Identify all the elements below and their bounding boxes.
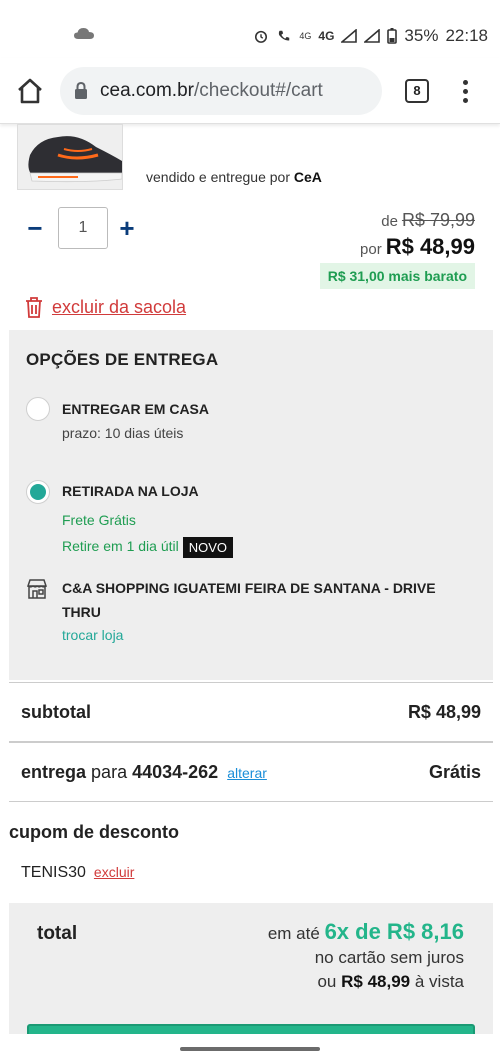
coupon-applied: TENIS30 excluir [21, 864, 134, 882]
battery-level: 35% [404, 26, 439, 45]
call-wifi-icon [279, 30, 290, 41]
more-menu-icon[interactable] [456, 78, 474, 104]
original-price-value: R$ 79,99 [401, 210, 475, 230]
home-delivery-label: ENTREGAR EM CASA [62, 401, 210, 417]
cep-value: 44034-262 [132, 762, 219, 782]
signal-icon-2 [364, 29, 381, 43]
home-icon[interactable] [16, 78, 44, 104]
sneaker-icon [18, 125, 122, 189]
browser-toolbar: cea.com.br/checkout#/cart 8 [0, 58, 500, 124]
system-nav-bar [0, 1034, 500, 1064]
delivery-label: entrega [21, 762, 87, 782]
change-cep-link[interactable]: alterar [227, 765, 267, 781]
delivery-title: OPÇÕES DE ENTREGA [26, 350, 219, 369]
quantity-stepper: − 1 + [24, 207, 138, 249]
address-bar[interactable]: cea.com.br/checkout#/cart [60, 67, 382, 115]
remove-coupon-link[interactable]: excluir [94, 864, 134, 880]
pickup-time-text: Retire em 1 dia útil [62, 538, 179, 555]
pickup-time: Retire em 1 dia útil NOVO [62, 537, 234, 558]
battery-icon [387, 28, 398, 44]
current-price: por R$ 48,99 [360, 234, 475, 260]
delivery-options-panel: OPÇÕES DE ENTREGA ENTREGAR EM CASA prazo… [9, 330, 493, 680]
lock-icon [75, 82, 87, 99]
radio-store-pickup[interactable] [26, 480, 50, 504]
network-label-b: 4G [318, 29, 335, 43]
url-host: cea.com.br [100, 80, 194, 101]
home-gesture-handle[interactable] [180, 1047, 320, 1051]
product-image[interactable] [17, 124, 123, 190]
cash-value: R$ 48,99 [341, 972, 411, 991]
original-price: de R$ 79,99 [381, 210, 475, 231]
coupon-code: TENIS30 [21, 864, 86, 881]
installments-prefix: em até [267, 924, 320, 943]
network-label-a: 4G [299, 30, 312, 41]
store-name: C&A SHOPPING IGUATEMI FEIRA DE SANTANA -… [62, 580, 436, 620]
decrease-quantity-button[interactable]: − [24, 213, 46, 243]
cash-prefix: ou [317, 972, 337, 991]
saving-badge: R$ 31,00 mais barato [319, 263, 475, 289]
free-shipping-text: Frete Grátis [62, 512, 136, 528]
installments-line: em até 6x de R$ 8,16 [268, 919, 464, 945]
change-store-link[interactable]: trocar loja [62, 627, 123, 643]
clock: 22:18 [445, 26, 488, 45]
current-price-prefix: por [360, 241, 382, 258]
delivery-for: para [91, 762, 128, 782]
new-badge: NOVO [182, 537, 234, 558]
tab-switcher-button[interactable]: 8 [405, 79, 429, 103]
status-bar: 4G 4G 35% 22:18 [0, 0, 500, 58]
url-path: /checkout#/cart [193, 80, 323, 101]
delivery-cost: Grátis [428, 762, 481, 782]
alarm-icon [255, 30, 268, 43]
store-icon [26, 579, 48, 599]
subtotal-label: subtotal [21, 702, 91, 722]
no-interest-text: no cartão sem juros [314, 948, 464, 967]
radio-home-delivery[interactable] [26, 397, 50, 421]
delivery-info: entrega para 44034-262 alterar [21, 762, 267, 783]
home-delivery-deadline: prazo: 10 dias úteis [62, 425, 184, 441]
quantity-input[interactable]: 1 [58, 207, 108, 249]
delivery-row: entrega para 44034-262 alterar Grátis [9, 742, 493, 802]
signal-icon [341, 29, 358, 43]
seller-name: CeA [293, 169, 322, 185]
store-pickup-label: RETIRADA NA LOJA [62, 483, 199, 499]
cloud-icon [74, 28, 94, 39]
installments-value: 6x de R$ 8,16 [324, 919, 464, 944]
seller-info: vendido e entregue por CeA [146, 169, 322, 185]
subtotal-row: subtotal R$ 48,99 [9, 682, 493, 742]
seller-prefix: vendido e entregue por [146, 169, 290, 185]
subtotal-value: R$ 48,99 [407, 702, 481, 722]
original-price-prefix: de [381, 213, 398, 230]
coupon-title: cupom de desconto [9, 822, 180, 842]
increase-quantity-button[interactable]: + [116, 213, 138, 243]
cash-suffix: à vista [414, 972, 464, 991]
remove-label: excluir da sacola [52, 296, 187, 317]
current-price-value: R$ 48,99 [385, 234, 475, 259]
remove-from-bag-link[interactable]: excluir da sacola [24, 296, 186, 318]
total-label: total [37, 923, 78, 944]
cash-price-line: ou R$ 48,99 à vista [317, 972, 464, 992]
trash-icon [26, 297, 42, 318]
